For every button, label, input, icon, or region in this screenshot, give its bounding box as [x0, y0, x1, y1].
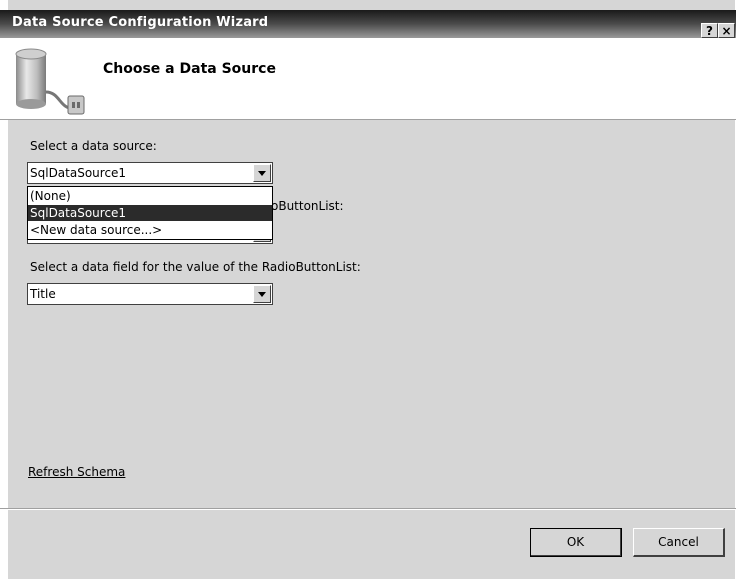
dropdown-option-sqldatasource1[interactable]: SqlDataSource1 — [28, 205, 272, 221]
help-button[interactable]: ? — [701, 23, 718, 38]
chevron-down-icon — [258, 292, 266, 297]
value-field-dropdown-button[interactable] — [253, 285, 271, 303]
database-plug-icon — [15, 48, 85, 115]
data-source-combo[interactable]: SqlDataSource1 — [27, 162, 273, 184]
header-divider — [0, 119, 736, 120]
wizard-header: Choose a Data Source — [0, 38, 736, 120]
page-title: Choose a Data Source — [103, 61, 276, 77]
display-field-label: oButtonList: — [271, 199, 344, 213]
chevron-down-icon — [258, 171, 266, 176]
refresh-schema-link[interactable]: Refresh Schema — [28, 465, 125, 479]
value-field-value: Title — [30, 287, 56, 301]
close-button[interactable]: × — [718, 23, 735, 38]
data-source-dropdown-list[interactable]: (None) SqlDataSource1 <New data source..… — [27, 186, 273, 240]
data-source-label: Select a data source: — [30, 139, 157, 153]
value-field-label: Select a data field for the value of the… — [30, 260, 361, 274]
data-source-value: SqlDataSource1 — [30, 166, 127, 180]
ok-button[interactable]: OK — [530, 528, 622, 557]
cancel-button[interactable]: Cancel — [633, 528, 725, 557]
data-source-dropdown-button[interactable] — [253, 164, 271, 182]
title-bar[interactable]: Data Source Configuration Wizard ? × — [0, 10, 736, 38]
dropdown-option-new-data-source[interactable]: <New data source...> — [28, 222, 272, 238]
window-title: Data Source Configuration Wizard — [12, 15, 269, 30]
value-field-combo[interactable]: Title — [27, 283, 273, 305]
footer-divider-highlight — [0, 509, 736, 510]
dropdown-option-none[interactable]: (None) — [28, 188, 272, 204]
